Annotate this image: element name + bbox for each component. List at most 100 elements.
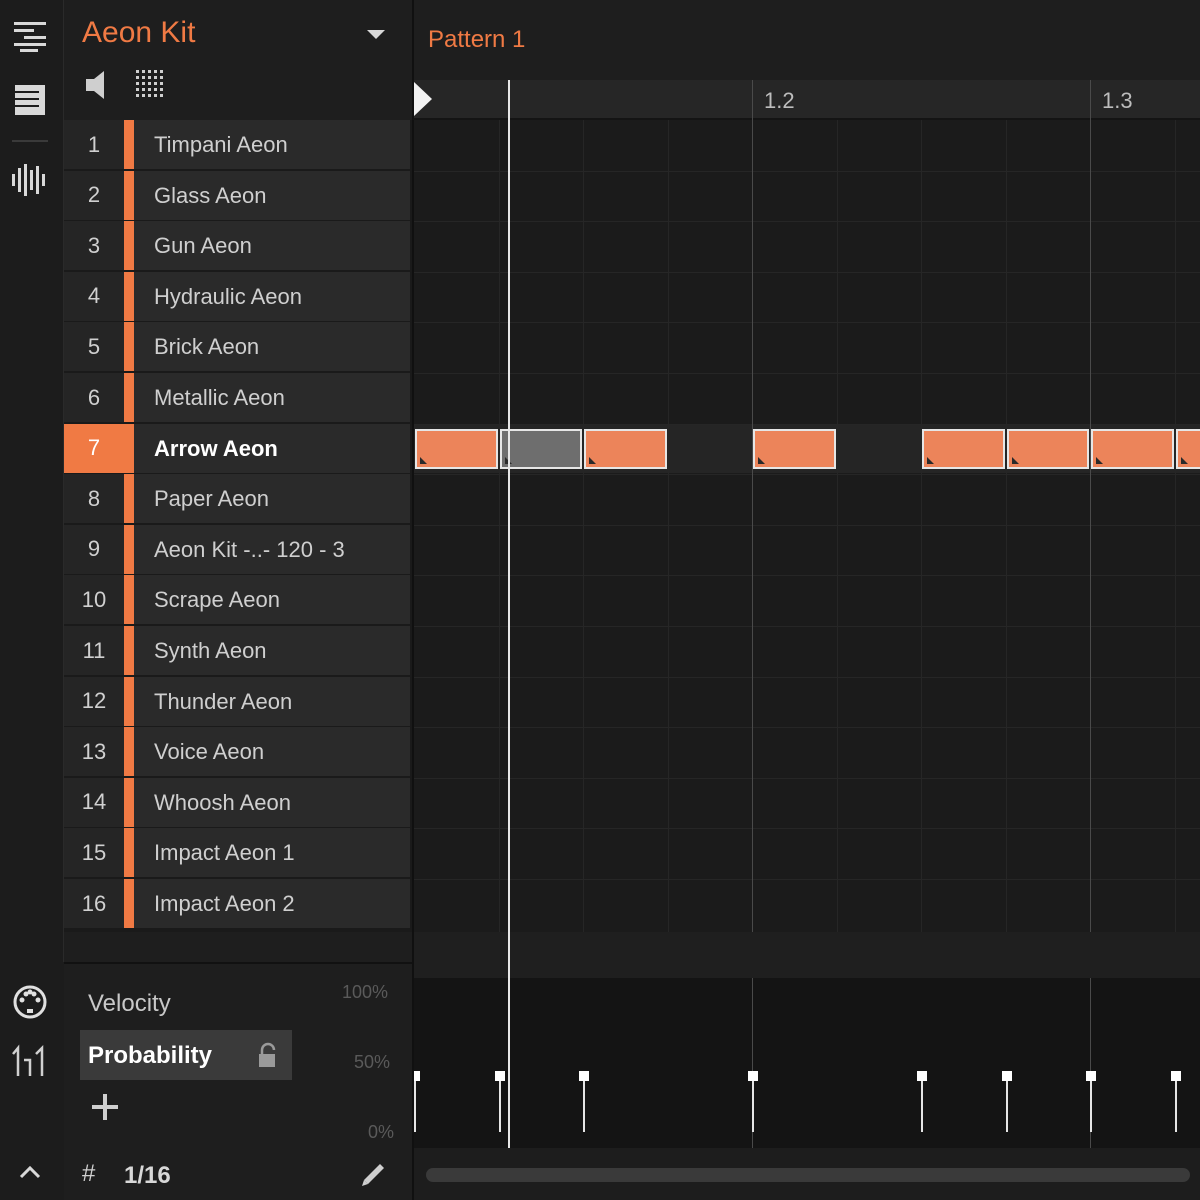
track-row[interactable]: 7 Arrow Aeon (64, 423, 410, 473)
grid-row-line (414, 879, 1200, 880)
track-list-footer (64, 932, 412, 962)
probability-handle[interactable] (917, 1071, 927, 1081)
timeline-ruler[interactable]: 1.2 1.3 (412, 80, 1200, 120)
list-view-icon (14, 22, 46, 52)
grid-row-line (414, 524, 1200, 526)
grid-dots-icon[interactable] (134, 68, 168, 102)
note-step[interactable] (1091, 428, 1174, 469)
grid-row-line (414, 271, 1200, 273)
track-color-bar (124, 120, 134, 169)
track-color-bar (124, 676, 134, 726)
track-number: 16 (64, 879, 124, 928)
note-step[interactable] (584, 428, 667, 469)
note-step[interactable] (1175, 428, 1200, 469)
track-name: Gun Aeon (154, 233, 252, 259)
pattern-list-button[interactable] (8, 78, 52, 122)
track-row[interactable]: 16 Impact Aeon 2 (64, 879, 410, 928)
probability-handle[interactable] (1170, 1071, 1181, 1081)
track-row[interactable]: 13 Voice Aeon (64, 727, 410, 777)
note-step[interactable] (1006, 428, 1089, 469)
list-view-button[interactable] (8, 14, 52, 58)
track-row[interactable]: 8 Paper Aeon (64, 474, 410, 524)
grid-col-line (498, 120, 500, 932)
step-grid[interactable] (412, 120, 1200, 932)
waveform-icon (12, 164, 45, 196)
track-number: 14 (64, 777, 124, 827)
dropdown-arrow-icon[interactable] (364, 24, 388, 44)
pattern-header: Pattern 1 (412, 0, 1200, 80)
track-color-bar (124, 221, 134, 271)
probability-bar[interactable] (1005, 1076, 1008, 1132)
probability-bar[interactable] (498, 1076, 501, 1132)
probability-handle[interactable] (1086, 1071, 1096, 1081)
track-row[interactable]: 14 Whoosh Aeon (64, 777, 410, 827)
probability-bar[interactable] (1090, 1076, 1092, 1132)
track-row[interactable]: 10 Scrape Aeon (64, 575, 410, 625)
probability-bar[interactable] (921, 1076, 923, 1132)
grid-resolution-value[interactable]: 1/16 (124, 1162, 171, 1190)
track-row[interactable]: 12 Thunder Aeon (64, 676, 410, 726)
track-number: 15 (64, 828, 124, 878)
track-row[interactable]: 3 Gun Aeon (64, 221, 410, 271)
grid-row-line (414, 777, 1200, 779)
track-row[interactable]: 4 Hydraulic Aeon (64, 271, 410, 321)
grid-col-line (921, 120, 922, 932)
grid-col-line (1090, 120, 1091, 932)
track-row[interactable]: 15 Impact Aeon 1 (64, 828, 410, 878)
track-name: Arrow Aeon (154, 435, 278, 461)
lock-icon[interactable] (256, 1042, 278, 1068)
probability-handle[interactable] (414, 1071, 420, 1081)
kit-title[interactable]: Aeon Kit (82, 16, 195, 50)
grid-row-line (414, 373, 1200, 374)
pct-label-100: 100% (342, 982, 389, 1002)
track-color-bar (124, 373, 134, 422)
probability-bar[interactable] (1174, 1076, 1177, 1132)
track-number: 11 (64, 626, 124, 675)
track-row[interactable]: 2 Glass Aeon (64, 170, 410, 220)
velocity-icon[interactable] (10, 1044, 50, 1078)
pattern-title[interactable]: Pattern 1 (428, 26, 525, 54)
track-row[interactable]: 11 Synth Aeon (64, 626, 410, 675)
track-number: 7 (64, 423, 124, 473)
track-number: 10 (64, 575, 124, 625)
note-step[interactable] (415, 428, 498, 469)
track-row[interactable]: 5 Brick Aeon (64, 322, 410, 372)
note-step[interactable] (753, 428, 836, 469)
ruler-label-1-3: 1.3 (1102, 88, 1133, 113)
note-step-muted[interactable] (499, 428, 582, 469)
chevron-up-icon[interactable] (16, 1162, 44, 1182)
probability-handle[interactable] (579, 1071, 589, 1081)
track-name: Paper Aeon (154, 486, 269, 512)
velocity-lane-tab[interactable]: Velocity (88, 990, 171, 1018)
probability-bar[interactable] (583, 1076, 585, 1132)
probability-handle[interactable] (1001, 1071, 1012, 1081)
pencil-icon[interactable] (358, 1158, 390, 1190)
probability-handle[interactable] (748, 1071, 758, 1081)
ruler-tick (752, 80, 753, 120)
track-number: 12 (64, 676, 124, 726)
note-step[interactable] (922, 428, 1005, 469)
probability-bar[interactable] (752, 1076, 754, 1132)
track-number: 1 (64, 120, 124, 169)
grid-row-line (414, 170, 1200, 172)
probability-lane[interactable] (412, 978, 1200, 1148)
track-row[interactable]: 9 Aeon Kit -..- 120 - 3 (64, 524, 410, 574)
horizontal-scrollbar[interactable] (426, 1168, 1190, 1182)
playhead-line (508, 80, 510, 1148)
probability-lane-tab[interactable]: Probability (80, 1030, 292, 1080)
track-number: 4 (64, 271, 124, 321)
probability-bar[interactable] (414, 1076, 416, 1132)
track-number: 5 (64, 322, 124, 372)
track-color-bar (124, 626, 134, 675)
midi-icon[interactable] (12, 984, 48, 1020)
track-name: Voice Aeon (154, 739, 265, 765)
probability-handle[interactable] (494, 1071, 505, 1081)
sample-view-button[interactable] (8, 158, 52, 202)
track-row[interactable]: 1 Timpani Aeon (64, 120, 410, 169)
track-color-bar (124, 170, 134, 220)
speaker-icon[interactable] (84, 68, 114, 102)
grid-row-line (414, 474, 1200, 476)
playhead-marker[interactable] (414, 82, 432, 116)
plus-icon[interactable] (90, 1092, 120, 1122)
track-row[interactable]: 6 Metallic Aeon (64, 373, 410, 422)
